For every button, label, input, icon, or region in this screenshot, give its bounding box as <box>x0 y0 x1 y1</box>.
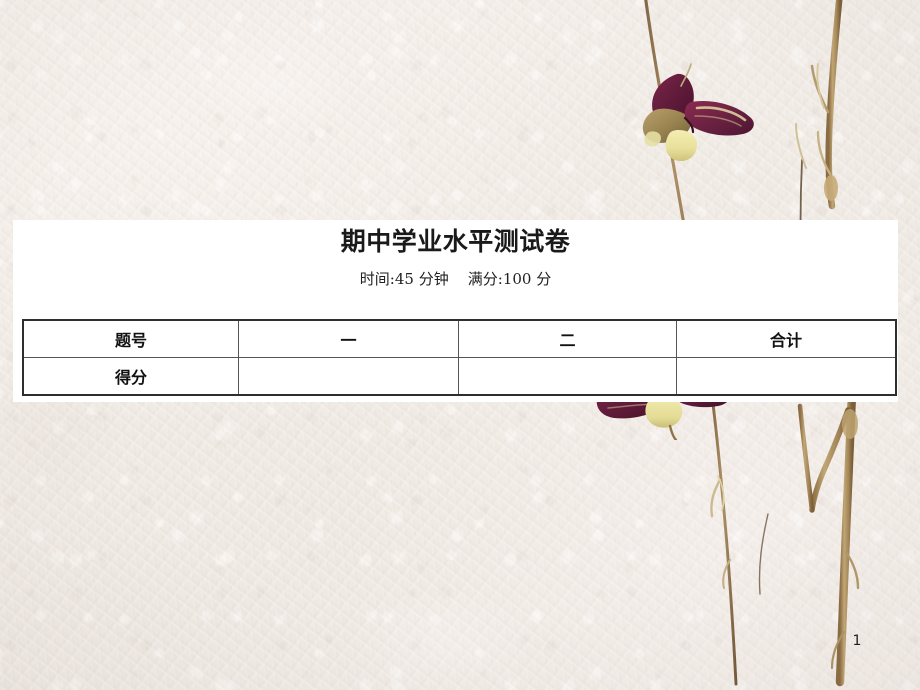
table-header-section-1: 一 <box>238 319 459 358</box>
table-row-headers: 题号 一 二 合计 <box>22 319 897 358</box>
exam-meta-line: 时间:45 分钟 满分:100 分 <box>359 270 552 288</box>
table-label-score: 得分 <box>22 357 239 396</box>
table-header-question-number: 题号 <box>22 319 239 358</box>
butterfly-upper-icon <box>642 63 754 162</box>
page-number: 1 <box>852 633 862 649</box>
content-card: 期中学业水平测试卷 时间:45 分钟 满分:100 分 题号 一 二 合计 得分 <box>13 220 898 402</box>
score-cell-section-2[interactable] <box>458 357 677 396</box>
table-header-section-2: 二 <box>458 319 677 358</box>
slide-canvas: 期中学业水平测试卷 时间:45 分钟 满分:100 分 题号 一 二 合计 得分 <box>0 0 920 690</box>
table-row-score: 得分 <box>22 357 897 396</box>
score-cell-section-1[interactable] <box>238 357 459 396</box>
score-cell-total[interactable] <box>676 357 897 396</box>
table-header-total: 合计 <box>676 319 897 358</box>
score-table: 题号 一 二 合计 得分 <box>22 319 897 396</box>
page-title: 期中学业水平测试卷 <box>340 227 571 256</box>
